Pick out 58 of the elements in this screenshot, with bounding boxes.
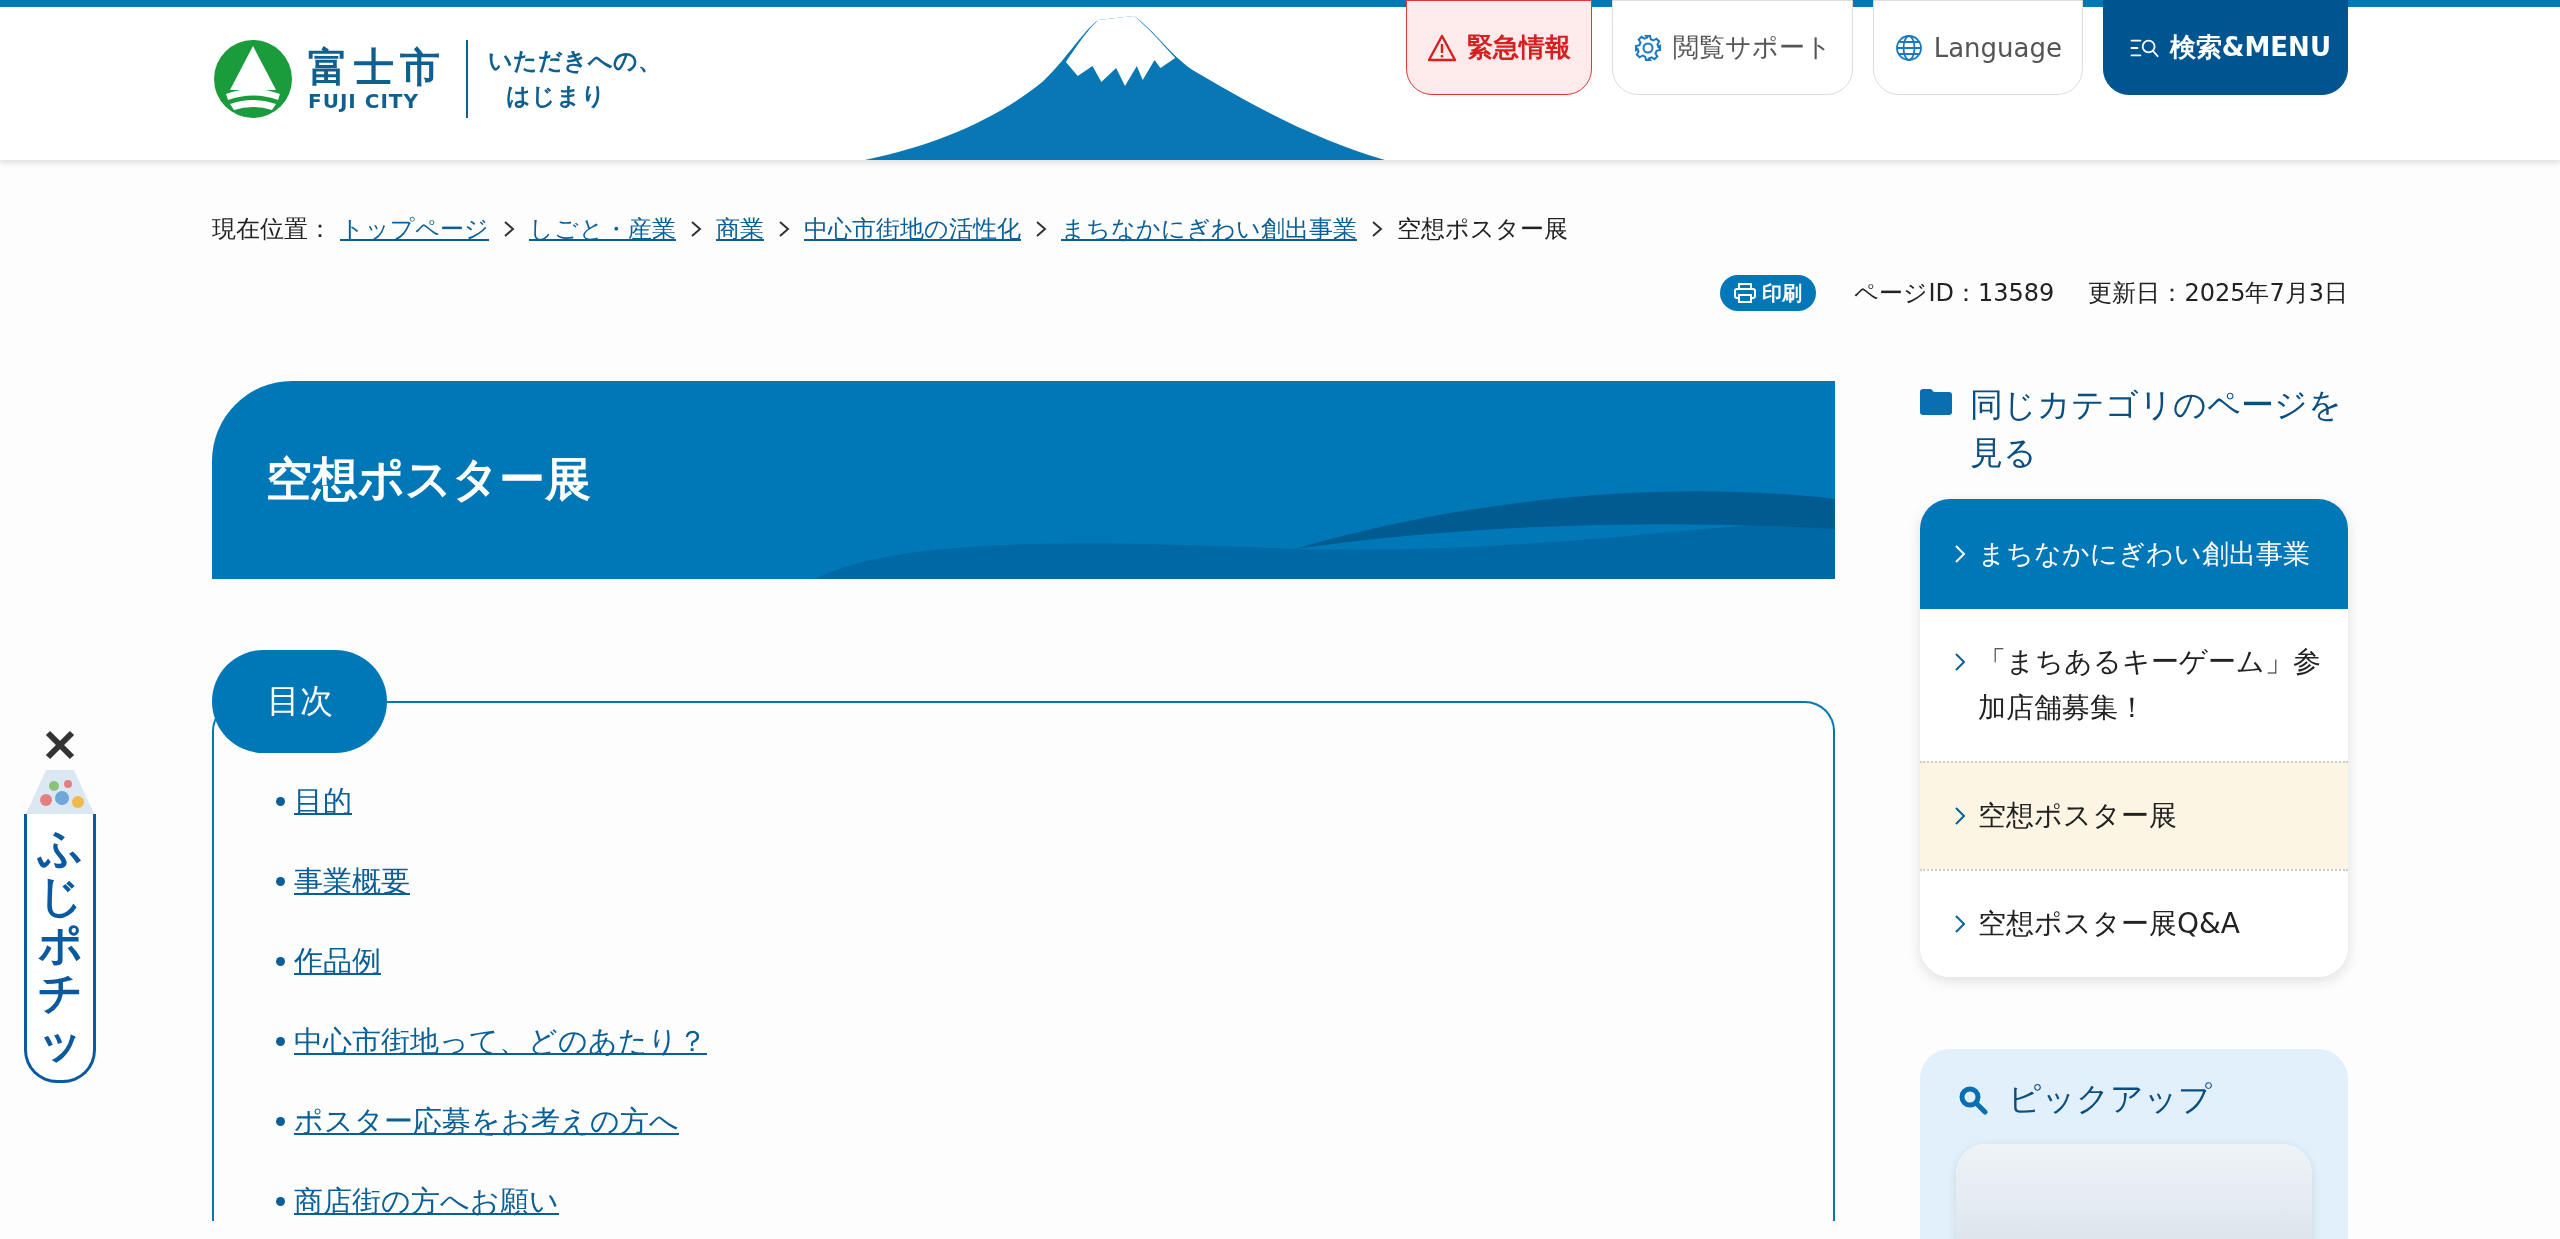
chevron-icon [1371,220,1383,238]
emergency-info-button[interactable]: 緊急情報 [1405,0,1592,95]
printer-icon [1734,283,1757,303]
close-button[interactable] [43,728,77,762]
breadcrumb-current: 空想ポスター展 [1397,214,1568,245]
chevron-icon [1954,914,1966,934]
breadcrumb-label: 現在位置： [212,214,332,245]
city-tagline: はじまり [505,80,607,112]
toc-link[interactable]: 中心市街地って、どのあたり？ [294,1023,707,1060]
updated-date: 更新日：2025年7月3日 [2088,278,2348,309]
accessibility-support-button[interactable]: 閲覧サポート [1611,0,1853,95]
toc-link[interactable]: 目的 [294,783,352,820]
city-tagline: いただきへの、 [488,45,662,77]
print-button[interactable]: 印刷 [1720,275,1817,311]
toc-link[interactable]: 商店街の方へお願い [294,1183,559,1220]
breadcrumb-link[interactable]: しごと・産業 [529,213,676,245]
breadcrumb-link[interactable]: 中心市街地の活性化 [804,213,1021,245]
bullet-icon [276,957,285,966]
warning-icon [1426,33,1457,62]
bullet-icon [276,1197,285,1206]
globe-icon [1893,32,1924,63]
search-menu-button[interactable]: 検索&MENU [2103,0,2348,95]
toc-link[interactable]: 作品例 [294,943,381,980]
toc-heading: 目次 [212,650,387,753]
gear-icon [1632,32,1663,63]
bullet-icon [276,877,285,886]
sidebar-link[interactable]: 「まちあるキーゲーム」参加店舗募集！ [1920,609,2348,761]
category-link[interactable]: まちなかにぎわい創出事業 [1920,499,2348,609]
sidebar-heading: 同じカテゴリのページを見る [1970,384,2343,474]
page-title: 空想ポスター展 [266,451,591,508]
chevron-icon [1954,544,1966,564]
breadcrumb-link[interactable]: トップページ [340,213,489,245]
chevron-icon [778,220,790,238]
pickup-heading: ピックアップ [2008,1078,2212,1120]
bullet-icon [276,1117,285,1126]
close-icon [43,728,77,762]
chevron-icon [1954,652,1966,672]
search-icon [1958,1084,1988,1115]
folder-icon [1920,389,1952,415]
chevron-icon [1954,806,1966,826]
chevron-icon [1035,220,1047,238]
sidebar-link[interactable]: 空想ポスター展Q&A [1920,869,2348,977]
language-button[interactable]: Language [1872,0,2083,95]
fuji-pochi-banner[interactable]: ふじポチッ [24,814,96,1083]
toc-link[interactable]: ポスター応募をお考えの方へ [294,1103,679,1140]
bullet-icon [276,1037,285,1046]
mountain-pattern-icon [24,768,96,814]
chevron-icon [503,220,515,238]
breadcrumb-link[interactable]: 商業 [716,213,764,245]
chevron-icon [690,220,702,238]
toc-link[interactable]: 事業概要 [294,863,410,900]
bullet-icon [276,797,285,806]
sidebar-link[interactable]: 空想ポスター展 [1920,761,2348,869]
city-name: 富士市 [308,44,446,89]
breadcrumb-link[interactable]: まちなかにぎわい創出事業 [1061,213,1357,245]
city-name-english: FUJI CITY [308,88,420,113]
mountain-logo-icon [212,37,294,120]
page-id: ページID：13589 [1854,278,2055,309]
